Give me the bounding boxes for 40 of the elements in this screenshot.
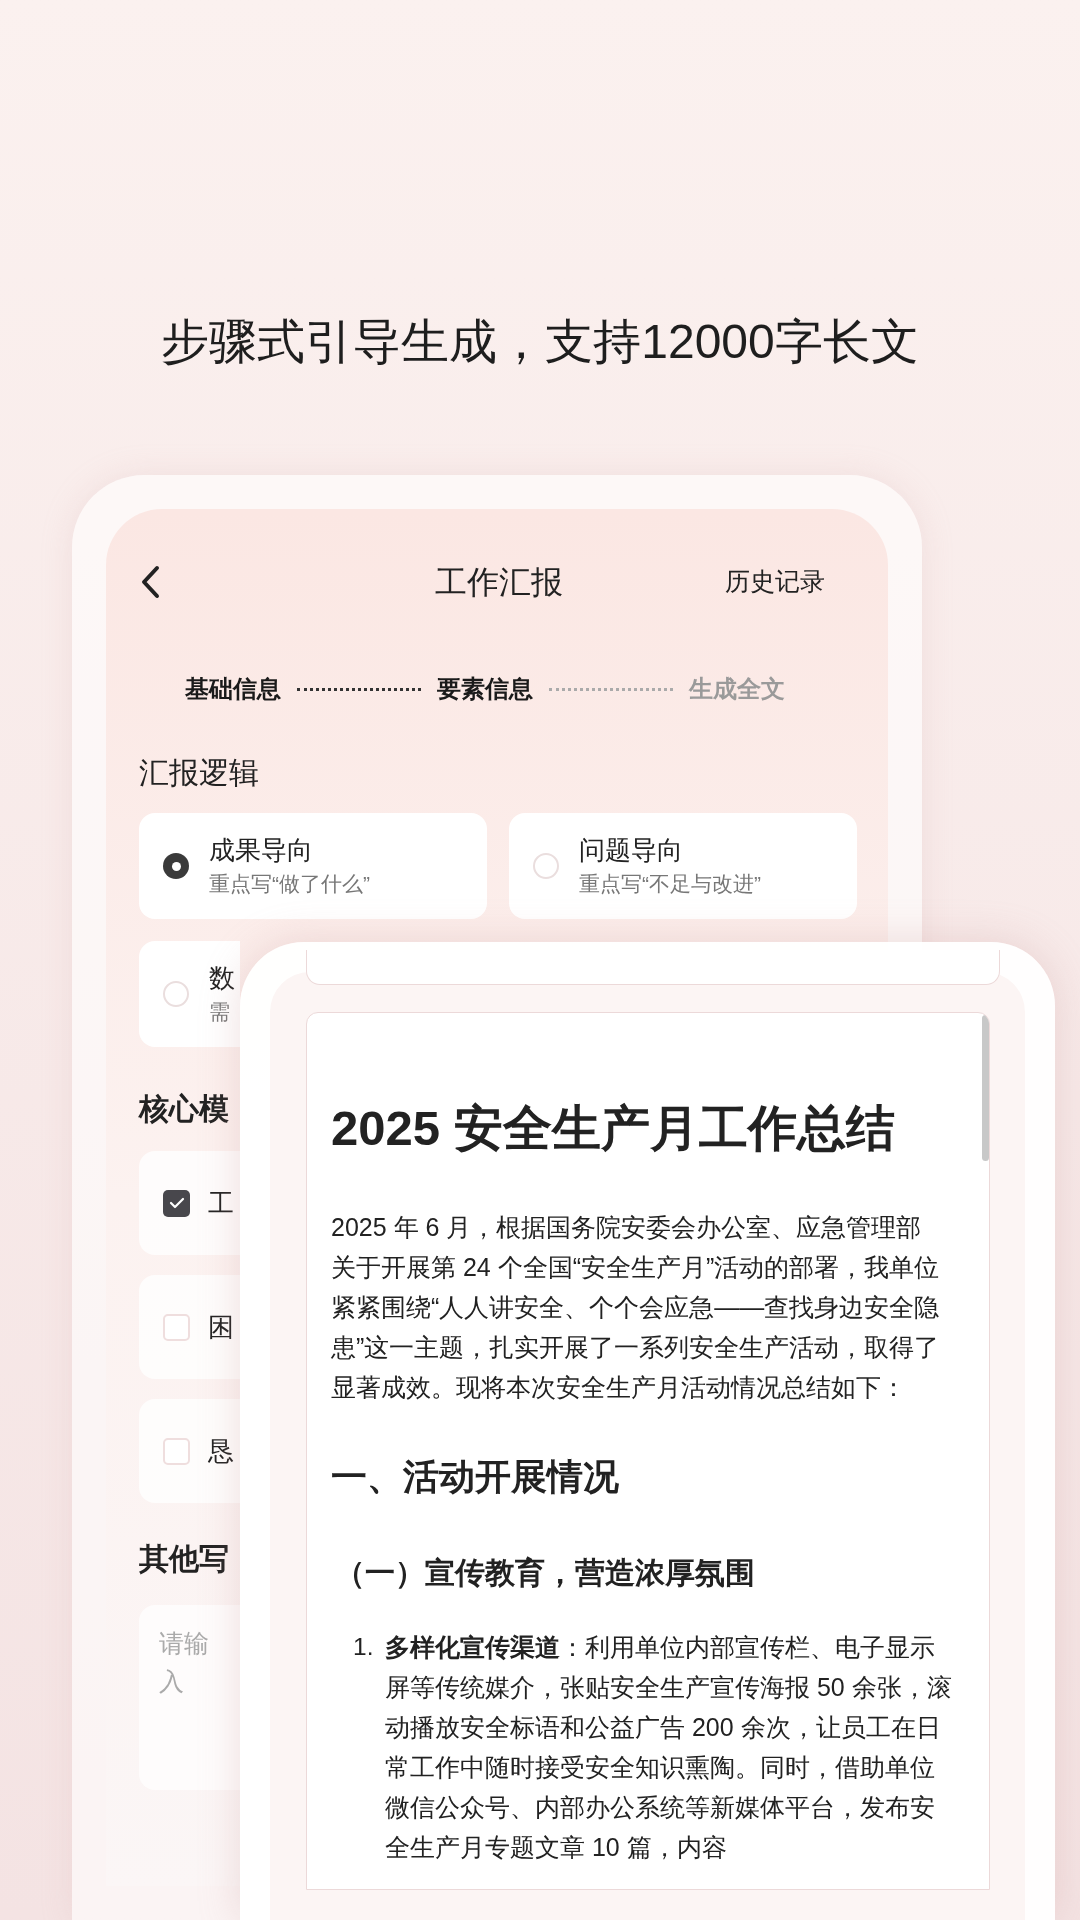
radio-button[interactable] (163, 853, 189, 879)
section-heading: 汇报逻辑 (139, 755, 260, 791)
option-hint: 重点写“做了什么” (209, 871, 370, 897)
scrollbar[interactable] (982, 1015, 989, 1161)
step-label: 生成全文 (689, 674, 785, 704)
option-label: 恳 (208, 1434, 234, 1468)
check-icon (168, 1197, 185, 1209)
option-card[interactable]: 困 (139, 1275, 240, 1379)
subsection-heading: （一）宣传教育，营造浓厚氛围 (335, 1555, 756, 1591)
option-hint: 重点写“不足与改进” (579, 871, 761, 897)
section-heading: 其他写 (139, 1541, 229, 1577)
radio-button[interactable] (163, 981, 189, 1007)
option-card[interactable]: 工 (139, 1151, 240, 1255)
option-title: 问题导向 (579, 834, 684, 867)
step-label: 要素信息 (437, 674, 533, 704)
radio-button[interactable] (533, 853, 559, 879)
option-card[interactable]: 数 需 (139, 941, 240, 1047)
input-field[interactable]: 请输入 (139, 1605, 240, 1790)
paragraph: 2025 年 6 月，根据国务院安委会办公室、应急管理部关于开展第 24 个全国“安全生产月”活动的部署，我单位紧紧围绕“人人讲安全、个个会应急——查找身边安全隐患”这一主题，扎实开展了一系列安全生产活动，取得了显著成效。现将本次安全生产月活动情况总结如下： (331, 1212, 941, 1403)
list-item-text: 多样化宣传渠道：利用单位内部宣传栏、电子显示屏等传统媒介，张贴安全生产宣传海报 50 余张，滚动播放安全标语和公益广告 200 余次，让员工在日常工作中随时接受安全知识熏陶。同时，借助单位微信公众号、内部办公系统等新媒体平台，发布安全生产月专题文章 10 篇，内容 (385, 1632, 953, 1863)
option-title: 数 (209, 962, 235, 995)
option-card[interactable]: 成果导向 重点写“做了什么” (139, 813, 487, 919)
section-heading: 一、活动开展情况 (331, 1455, 620, 1499)
headline: 步骤式引导生成，支持12000字长文 (161, 314, 919, 370)
step-label: 基础信息 (185, 674, 281, 704)
option-card[interactable]: 恳 (139, 1399, 240, 1503)
option-title: 成果导向 (209, 834, 314, 867)
document-title: 2025 安全生产月工作总结 (331, 1100, 896, 1157)
option-label: 困 (208, 1310, 234, 1344)
list-number: 1. (353, 1632, 375, 1662)
option-hint: 需 (209, 999, 231, 1025)
option-card[interactable]: 问题导向 重点写“不足与改进” (509, 813, 857, 919)
option-label: 工 (208, 1186, 234, 1220)
history-link[interactable]: 历史记录 (725, 563, 825, 601)
checkbox[interactable] (163, 1437, 190, 1465)
checkbox[interactable] (163, 1313, 190, 1341)
back-icon (139, 565, 161, 599)
checkbox[interactable] (163, 1189, 190, 1217)
section-heading: 核心模 (139, 1091, 229, 1127)
screen-title: 工作汇报 (435, 563, 563, 602)
